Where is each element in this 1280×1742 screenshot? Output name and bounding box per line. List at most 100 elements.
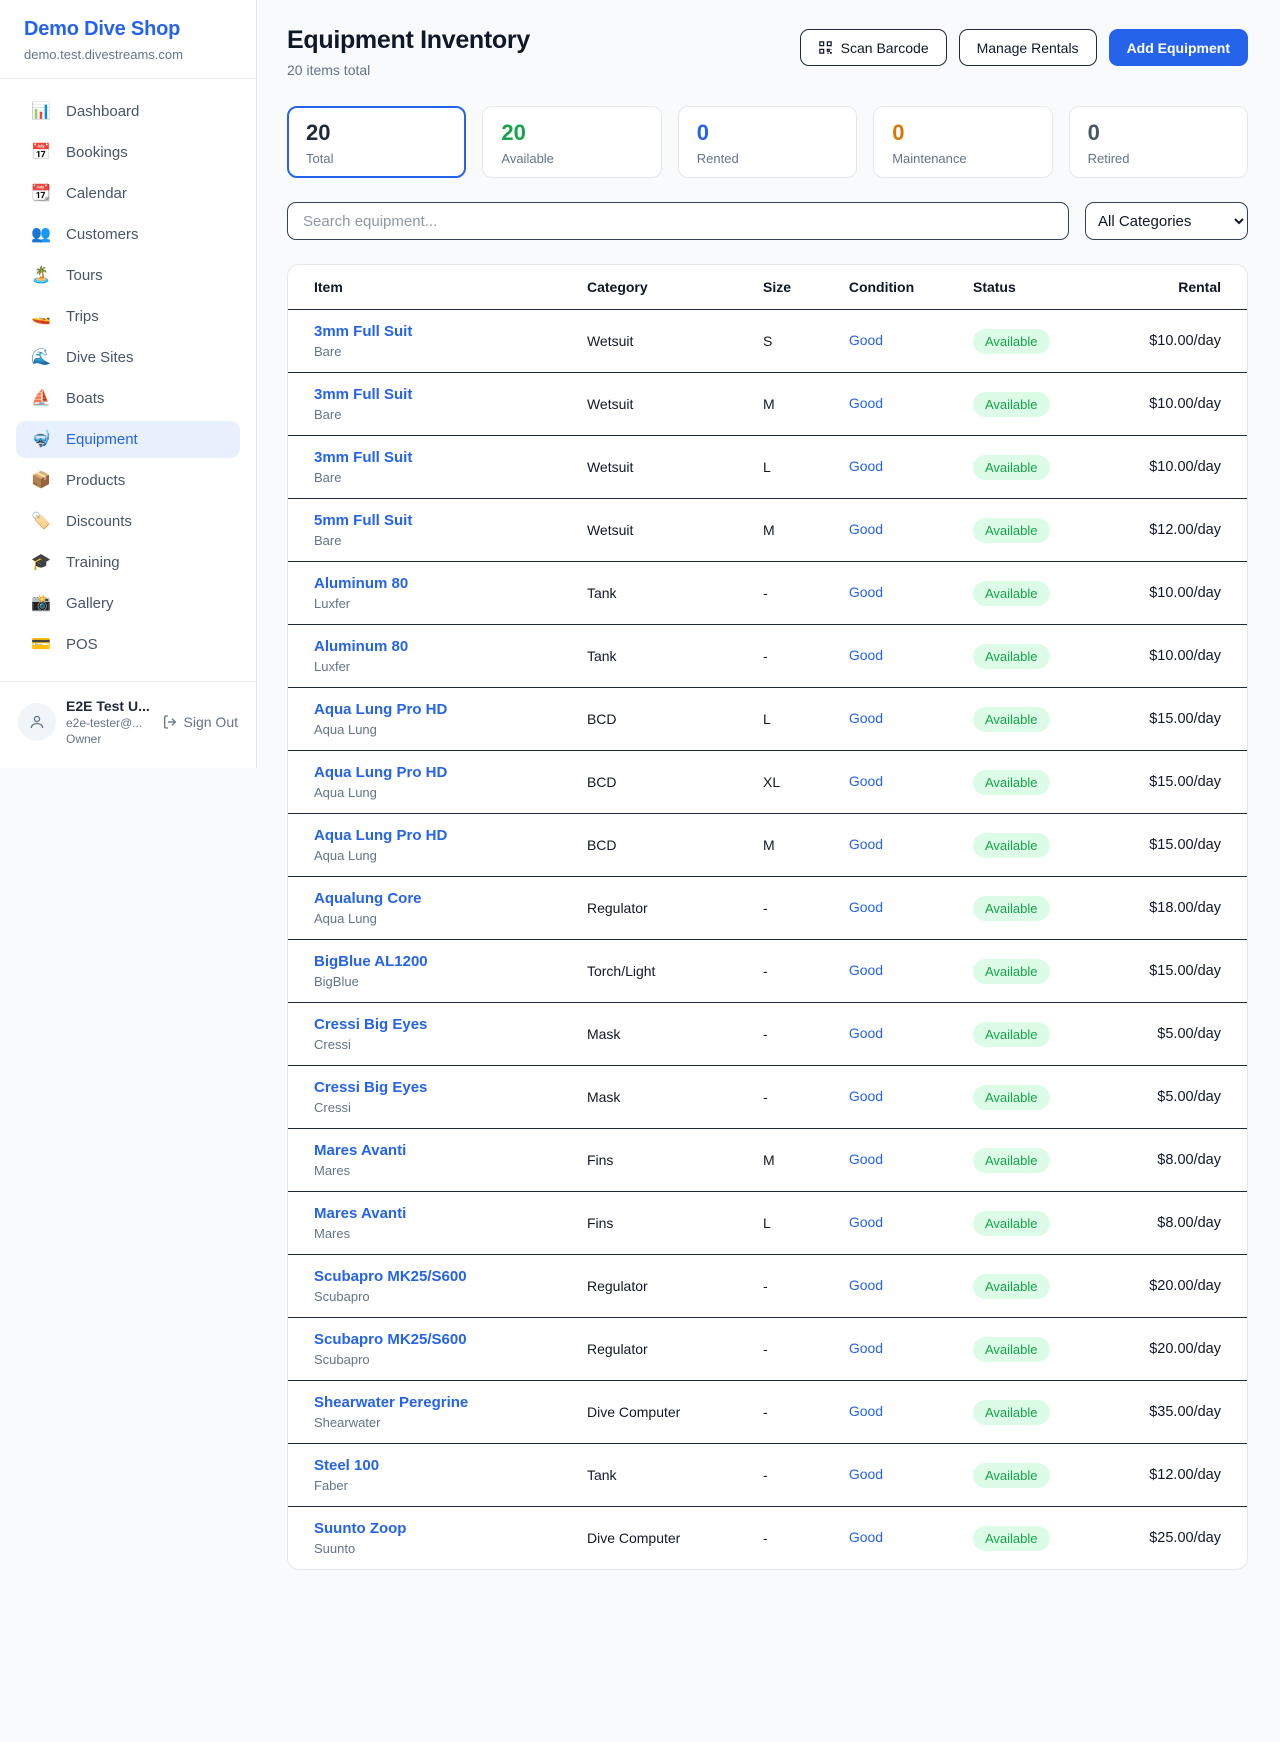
stat-card-retired[interactable]: 0 Retired <box>1069 106 1248 178</box>
item-name-link[interactable]: Aluminum 80 <box>314 638 559 655</box>
item-condition-link[interactable]: Good <box>849 1277 883 1293</box>
sidebar-item-boats[interactable]: ⛵ Boats <box>16 380 240 417</box>
item-name-link[interactable]: Shearwater Peregrine <box>314 1394 559 1411</box>
nav-icon: 🎓 <box>30 555 52 571</box>
user-email: e2e-tester@... <box>66 716 152 730</box>
manage-rentals-label: Manage Rentals <box>977 40 1079 56</box>
item-name-link[interactable]: Aqua Lung Pro HD <box>314 827 559 844</box>
item-size: - <box>749 1444 835 1507</box>
item-name-link[interactable]: 3mm Full Suit <box>314 449 559 466</box>
sidebar-item-products[interactable]: 📦 Products <box>16 462 240 499</box>
item-condition-link[interactable]: Good <box>849 521 883 537</box>
item-size: S <box>749 310 835 373</box>
item-condition-link[interactable]: Good <box>849 962 883 978</box>
item-name-link[interactable]: Aqualung Core <box>314 890 559 907</box>
item-condition-link[interactable]: Good <box>849 458 883 474</box>
sidebar-item-label: POS <box>66 636 98 653</box>
item-condition-link[interactable]: Good <box>849 1529 883 1545</box>
sidebar-item-equipment[interactable]: 🤿 Equipment <box>16 421 240 458</box>
item-brand: Bare <box>314 407 559 422</box>
item-size: - <box>749 1066 835 1129</box>
item-rental: $8.00/day <box>1135 1129 1247 1192</box>
item-condition-link[interactable]: Good <box>849 395 883 411</box>
sidebar-item-calendar[interactable]: 📆 Calendar <box>16 175 240 212</box>
sidebar-item-label: Gallery <box>66 595 114 612</box>
sidebar-item-pos[interactable]: 💳 POS <box>16 626 240 663</box>
item-condition-link[interactable]: Good <box>849 899 883 915</box>
item-name-link[interactable]: Cressi Big Eyes <box>314 1016 559 1033</box>
column-header-category: Category <box>573 265 749 310</box>
scan-barcode-button[interactable]: Scan Barcode <box>800 29 947 66</box>
sidebar-item-dive-sites[interactable]: 🌊 Dive Sites <box>16 339 240 376</box>
search-input[interactable] <box>287 202 1069 240</box>
status-badge: Available <box>973 1022 1050 1047</box>
item-condition-link[interactable]: Good <box>849 1466 883 1482</box>
stat-card-maintenance[interactable]: 0 Maintenance <box>873 106 1052 178</box>
item-rental: $5.00/day <box>1135 1003 1247 1066</box>
nav-icon: 🤿 <box>30 432 52 448</box>
sidebar-item-training[interactable]: 🎓 Training <box>16 544 240 581</box>
header-actions: Scan Barcode Manage Rentals Add Equipmen… <box>800 29 1248 66</box>
stat-card-rented[interactable]: 0 Rented <box>678 106 857 178</box>
item-condition-link[interactable]: Good <box>849 1214 883 1230</box>
item-size: - <box>749 1255 835 1318</box>
item-name-link[interactable]: Scubapro MK25/S600 <box>314 1331 559 1348</box>
sidebar-item-gallery[interactable]: 📸 Gallery <box>16 585 240 622</box>
sidebar-item-tours[interactable]: 🏝️ Tours <box>16 257 240 294</box>
item-name-link[interactable]: 5mm Full Suit <box>314 512 559 529</box>
item-size: M <box>749 1129 835 1192</box>
item-condition-link[interactable]: Good <box>849 1151 883 1167</box>
sidebar-item-dashboard[interactable]: 📊 Dashboard <box>16 93 240 130</box>
main-content: Equipment Inventory 20 items total Scan … <box>257 0 1280 1582</box>
sidebar-item-label: Trips <box>66 308 99 325</box>
item-rental: $10.00/day <box>1135 436 1247 499</box>
item-condition-link[interactable]: Good <box>849 836 883 852</box>
sign-out-button[interactable]: Sign Out <box>162 714 238 730</box>
nav-icon: 📅 <box>30 145 52 161</box>
sidebar-item-discounts[interactable]: 🏷️ Discounts <box>16 503 240 540</box>
item-brand: Aqua Lung <box>314 785 559 800</box>
item-category: Mask <box>573 1066 749 1129</box>
item-condition-link[interactable]: Good <box>849 1340 883 1356</box>
item-name-link[interactable]: 3mm Full Suit <box>314 323 559 340</box>
status-badge: Available <box>973 581 1050 606</box>
sidebar-item-customers[interactable]: 👥 Customers <box>16 216 240 253</box>
manage-rentals-button[interactable]: Manage Rentals <box>959 29 1097 66</box>
item-category: Wetsuit <box>573 436 749 499</box>
item-name-link[interactable]: Suunto Zoop <box>314 1520 559 1537</box>
item-condition-link[interactable]: Good <box>849 773 883 789</box>
brand-domain: demo.test.divestreams.com <box>24 47 232 62</box>
item-condition-link[interactable]: Good <box>849 1088 883 1104</box>
item-name-link[interactable]: Steel 100 <box>314 1457 559 1474</box>
stat-card-available[interactable]: 20 Available <box>482 106 661 178</box>
item-condition-link[interactable]: Good <box>849 584 883 600</box>
item-condition-link[interactable]: Good <box>849 647 883 663</box>
item-category: BCD <box>573 814 749 877</box>
sidebar-item-bookings[interactable]: 📅 Bookings <box>16 134 240 171</box>
stat-maintenance-label: Maintenance <box>892 151 1033 166</box>
item-size: - <box>749 1003 835 1066</box>
item-name-link[interactable]: BigBlue AL1200 <box>314 953 559 970</box>
item-category: Dive Computer <box>573 1507 749 1570</box>
stat-card-total[interactable]: 20 Total <box>287 106 466 178</box>
item-condition-link[interactable]: Good <box>849 1403 883 1419</box>
add-equipment-button[interactable]: Add Equipment <box>1109 29 1248 66</box>
item-name-link[interactable]: 3mm Full Suit <box>314 386 559 403</box>
item-rental: $25.00/day <box>1135 1507 1247 1570</box>
sidebar-item-trips[interactable]: 🚤 Trips <box>16 298 240 335</box>
item-size: - <box>749 877 835 940</box>
item-name-link[interactable]: Cressi Big Eyes <box>314 1079 559 1096</box>
item-name-link[interactable]: Aqua Lung Pro HD <box>314 764 559 781</box>
item-name-link[interactable]: Aluminum 80 <box>314 575 559 592</box>
item-condition-link[interactable]: Good <box>849 710 883 726</box>
item-name-link[interactable]: Mares Avanti <box>314 1142 559 1159</box>
item-condition-link[interactable]: Good <box>849 332 883 348</box>
item-name-link[interactable]: Aqua Lung Pro HD <box>314 701 559 718</box>
item-condition-link[interactable]: Good <box>849 1025 883 1041</box>
category-select[interactable]: All Categories <box>1085 202 1248 240</box>
stat-rented-label: Rented <box>697 151 838 166</box>
item-name-link[interactable]: Mares Avanti <box>314 1205 559 1222</box>
item-name-link[interactable]: Scubapro MK25/S600 <box>314 1268 559 1285</box>
status-badge: Available <box>973 455 1050 480</box>
item-rental: $5.00/day <box>1135 1066 1247 1129</box>
